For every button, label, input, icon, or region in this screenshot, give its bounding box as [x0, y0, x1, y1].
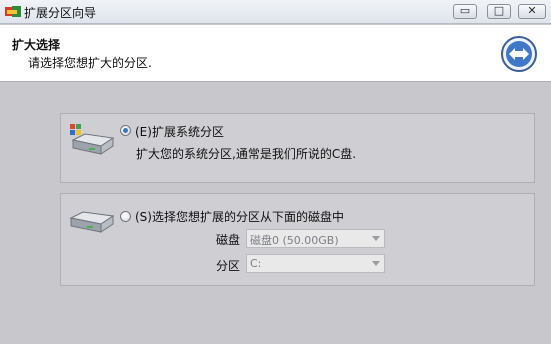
disk-label: 磁盘 [216, 233, 241, 247]
system-partition-label[interactable]: (E)扩展系统分区 [135, 123, 224, 140]
close-icon: ✕ [527, 4, 537, 17]
system-partition-panel: (E)扩展系统分区 扩大您的系统分区,通常是我们所说的C盘. [60, 113, 535, 183]
chevron-down-icon [372, 261, 380, 266]
partition-select-value: C: [250, 257, 262, 270]
page-title: 扩大选择 [12, 38, 61, 52]
maximize-button[interactable]: □ [487, 4, 511, 19]
disk-select[interactable]: 磁盘0 (50.00GB) [246, 229, 385, 248]
title-bar: 扩展分区向导 ▭ □ ✕ [0, 0, 551, 24]
page-subtitle: 请选择您想扩大的分区. [28, 56, 152, 70]
system-partition-description: 扩大您的系统分区,通常是我们所说的C盘. [136, 147, 357, 161]
select-partition-radio[interactable] [120, 211, 131, 222]
window-title: 扩展分区向导 [24, 6, 97, 20]
maximize-icon: □ [493, 4, 505, 17]
select-partition-panel: (S)选择您想扩展的分区从下面的磁盘中 磁盘 磁盘0 (50.00GB) 分区 … [60, 193, 535, 286]
app-icon [5, 6, 21, 17]
close-button[interactable]: ✕ [518, 4, 546, 19]
chevron-down-icon [372, 236, 380, 241]
minimize-button[interactable]: ▭ [453, 4, 477, 19]
disk-select-value: 磁盘0 (50.00GB) [250, 234, 339, 247]
drive-icon [69, 211, 115, 233]
minimize-icon: ▭ [459, 4, 471, 17]
partition-select[interactable]: C: [246, 254, 385, 273]
system-partition-radio[interactable] [120, 125, 131, 136]
back-forward-icon [501, 36, 537, 72]
wizard-header: 扩大选择 请选择您想扩大的分区. [0, 25, 551, 82]
system-drive-icon [70, 124, 115, 155]
partition-label: 分区 [216, 259, 241, 273]
select-partition-label[interactable]: (S)选择您想扩展的分区从下面的磁盘中 [135, 208, 344, 225]
